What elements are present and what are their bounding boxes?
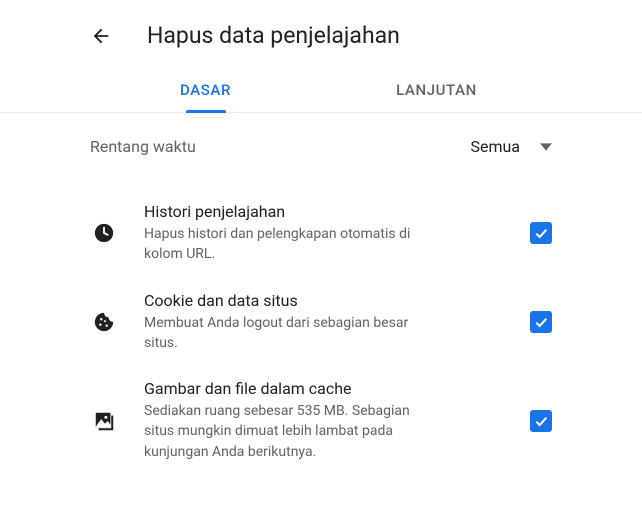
item-browsing-history-title: Histori penjelajahan [144,202,484,221]
item-cache-title: Gambar dan file dalam cache [144,379,484,398]
tab-basic[interactable]: DASAR [90,71,321,112]
list-item-browsing-history[interactable]: Histori penjelajahan Hapus histori dan p… [90,182,552,271]
list-item-cookies[interactable]: Cookie dan data situs Membuat Anda logou… [90,271,552,360]
checkbox-browsing-history[interactable] [530,222,552,244]
item-browsing-history-desc: Hapus histori dan pelengkapan otomatis d… [144,224,424,265]
back-arrow-icon[interactable] [90,25,112,47]
time-range-select[interactable]: Semua [470,137,552,156]
tab-advanced[interactable]: LANJUTAN [321,71,552,112]
chevron-down-icon [540,141,552,153]
checkbox-cookies[interactable] [530,311,552,333]
time-range-value: Semua [470,137,520,156]
item-cookies-title: Cookie dan data situs [144,291,484,310]
list-item-cached-images[interactable]: Gambar dan file dalam cache Sediakan rua… [90,359,552,468]
clock-icon [90,222,118,244]
image-icon [90,410,118,432]
item-cookies-desc: Membuat Anda logout dari sebagian besar … [144,313,424,354]
page-title: Hapus data penjelajahan [147,22,400,49]
cookie-icon [90,311,118,333]
time-range-label: Rentang waktu [90,137,196,156]
tab-bar: DASAR LANJUTAN [0,71,642,113]
item-cache-desc: Sediakan ruang sebesar 535 MB. Sebagian … [144,401,424,462]
checkbox-cache[interactable] [530,410,552,432]
